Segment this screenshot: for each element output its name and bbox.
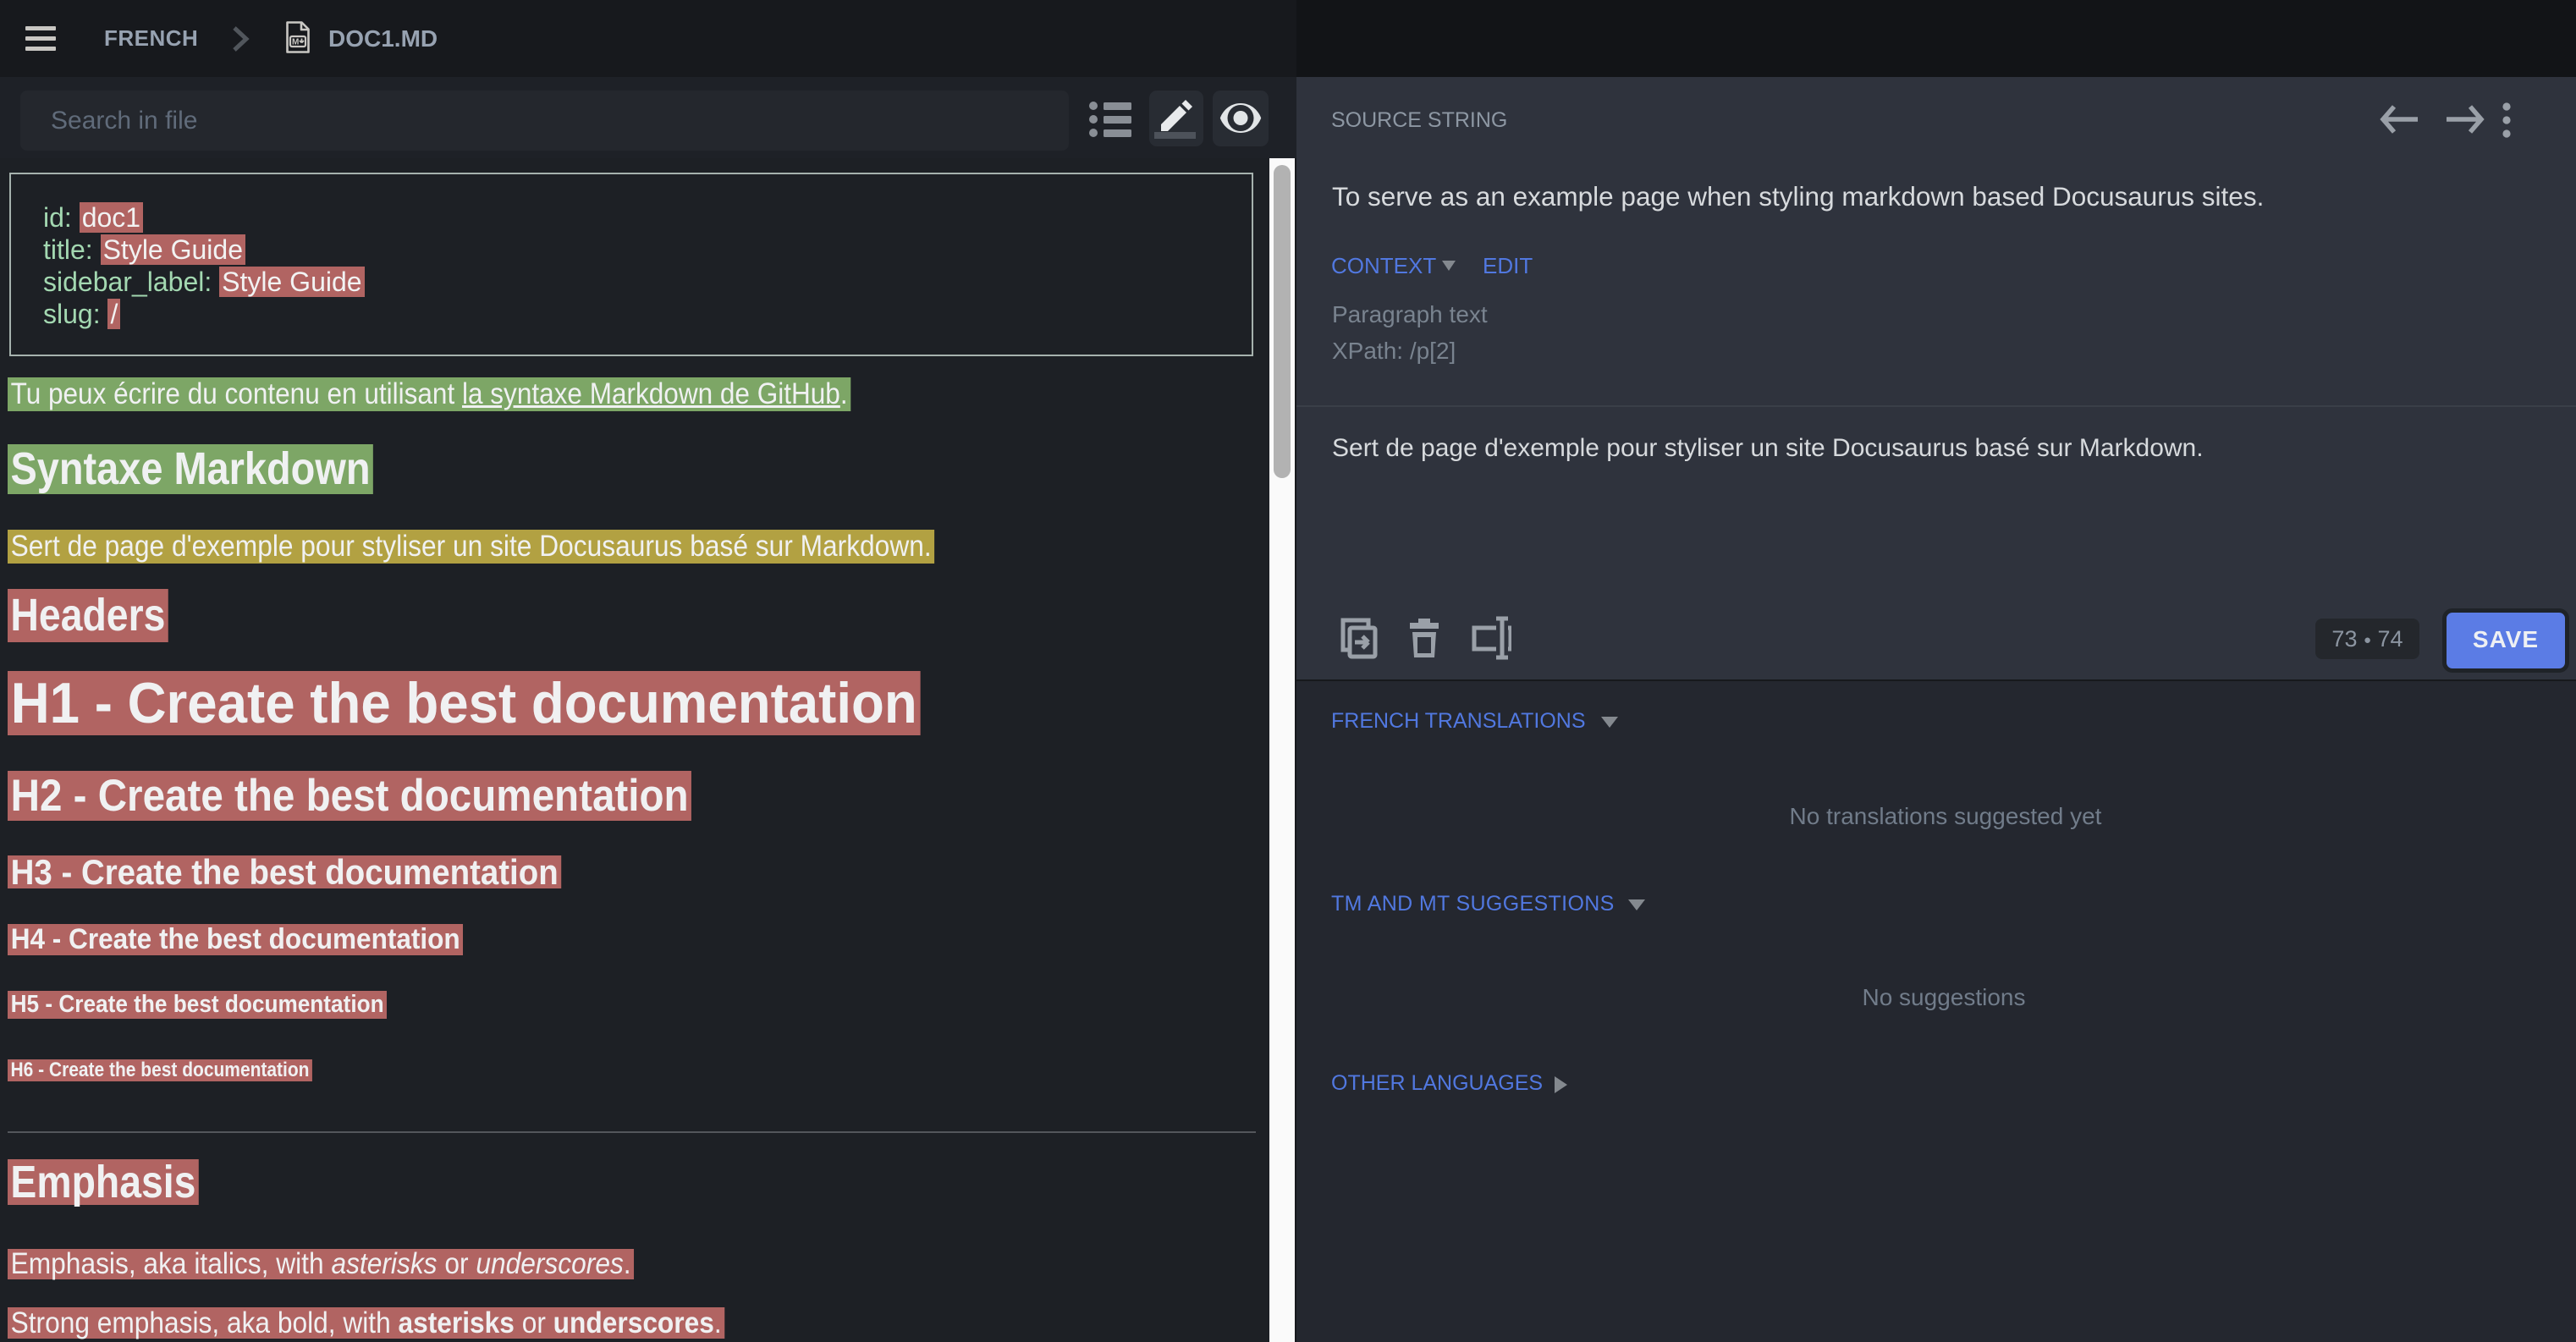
svg-text:M: M [292,38,299,47]
